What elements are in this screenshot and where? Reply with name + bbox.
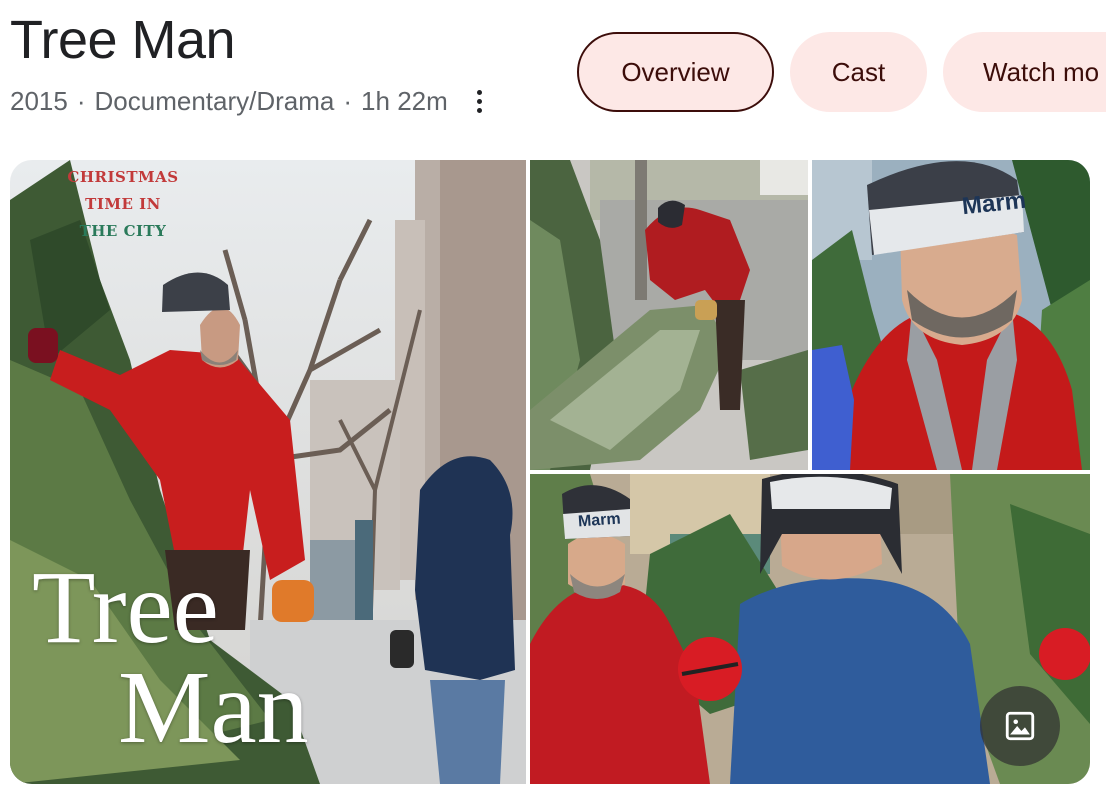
image-icon[interactable] [980, 686, 1060, 766]
tagline-line: CHRISTMAS [67, 168, 179, 186]
more-vert-icon[interactable] [470, 84, 490, 118]
poster-tagline: CHRISTMAS TIME IN THE CITY [48, 164, 198, 245]
still-illustration [530, 160, 808, 470]
still-image-carrying-tree[interactable] [530, 160, 808, 470]
runtime: 1h 22m [361, 85, 448, 116]
image-icon-glyph [1005, 711, 1035, 741]
tab-watch-more[interactable]: Watch mo [943, 32, 1106, 112]
poster-title-line: Man [118, 650, 309, 765]
page-title: Tree Man [10, 10, 236, 70]
hat-logo-text: Marm [577, 510, 622, 531]
image-gallery: CHRISTMAS TIME IN THE CITY Tree Man Marm… [10, 160, 1090, 784]
tab-overview[interactable]: Overview [577, 32, 774, 112]
tab-chips: Overview Cast Watch mo [577, 32, 1106, 112]
meta-row: 2015 · Documentary/Drama · 1h 22m [10, 84, 490, 118]
still-image-closeup[interactable]: Marm [812, 160, 1090, 470]
separator: · [343, 85, 353, 116]
poster-title-line: Tree [32, 550, 219, 665]
genre: Documentary/Drama [94, 85, 335, 116]
poster-title: Tree Man [32, 556, 309, 765]
year: 2015 [10, 85, 68, 116]
still-illustration [812, 160, 1090, 470]
tagline-line: TIME IN [85, 195, 161, 213]
tagline-line: THE CITY [79, 222, 167, 240]
poster-image[interactable]: CHRISTMAS TIME IN THE CITY Tree Man [10, 160, 526, 784]
separator: · [76, 85, 86, 116]
tab-cast[interactable]: Cast [790, 32, 927, 112]
